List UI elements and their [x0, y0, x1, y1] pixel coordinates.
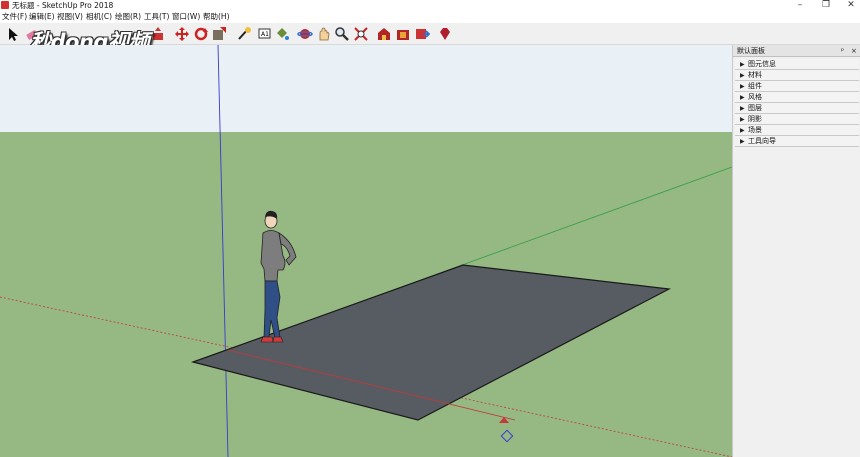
panel-label: 阴影	[748, 115, 762, 123]
tape-measure-icon[interactable]	[236, 26, 252, 42]
scene-canvas[interactable]	[0, 45, 732, 457]
panel-scenes[interactable]: ▶ 场景	[735, 125, 859, 136]
title-bar: 无标题 - SketchUp Pro 2018 – ❐ ✕	[0, 0, 860, 11]
svg-text:A1: A1	[261, 31, 269, 38]
ruby-icon[interactable]	[437, 26, 453, 42]
rotate-icon[interactable]	[193, 26, 209, 42]
panel-styles[interactable]: ▶ 风格	[735, 92, 859, 103]
scale-icon[interactable]	[211, 26, 227, 42]
menu-view[interactable]: 视图(V)	[57, 11, 83, 23]
sky	[0, 45, 732, 132]
expand-arrow-icon: ▶	[740, 94, 745, 101]
expand-arrow-icon: ▶	[740, 138, 745, 145]
select-icon[interactable]	[5, 26, 21, 42]
menu-camera[interactable]: 相机(C)	[86, 11, 112, 23]
close-button[interactable]: ✕	[840, 0, 860, 11]
restore-button[interactable]: ❐	[815, 0, 837, 11]
close-tray-icon[interactable]: ×	[851, 45, 857, 57]
expand-arrow-icon: ▶	[740, 72, 745, 79]
menu-help[interactable]: 帮助(H)	[203, 11, 230, 23]
expand-arrow-icon: ▶	[740, 116, 745, 123]
warehouse-icon[interactable]	[376, 26, 392, 42]
drawing-viewport[interactable]	[0, 45, 732, 457]
move-icon[interactable]	[174, 26, 190, 42]
zoom-icon[interactable]	[334, 26, 350, 42]
panel-label: 材料	[748, 71, 762, 79]
menu-file[interactable]: 文件(F)	[2, 11, 27, 23]
expand-arrow-icon: ▶	[740, 105, 745, 112]
menu-bar: 文件(F) 编辑(E) 视图(V) 相机(C) 绘图(R) 工具(T) 窗口(W…	[0, 11, 860, 23]
default-tray: 默认面板 ᵖ × ▶ 图元信息 ▶ 材料 ▶ 组件 ▶ 风格 ▶ 图层 ▶ 阴影…	[732, 45, 860, 457]
expand-arrow-icon: ▶	[740, 83, 745, 90]
menu-window[interactable]: 窗口(W)	[172, 11, 200, 23]
expand-arrow-icon: ▶	[740, 127, 745, 134]
menu-tools[interactable]: 工具(T)	[144, 11, 169, 23]
panel-label: 组件	[748, 82, 762, 90]
pin-icon[interactable]: ᵖ	[841, 45, 844, 57]
panel-layers[interactable]: ▶ 图层	[735, 103, 859, 114]
orbit-icon[interactable]	[297, 26, 313, 42]
panel-label: 工具向导	[748, 137, 776, 145]
panel-label: 场景	[748, 126, 762, 134]
pan-icon[interactable]	[316, 26, 332, 42]
panel-shadows[interactable]: ▶ 阴影	[735, 114, 859, 125]
panel-label: 图元信息	[748, 60, 776, 68]
window-title: 无标题 - SketchUp Pro 2018	[12, 1, 114, 10]
panel-components[interactable]: ▶ 组件	[735, 81, 859, 92]
tray-title: 默认面板	[737, 47, 765, 55]
menu-draw[interactable]: 绘图(R)	[115, 11, 141, 23]
send-to-layout-icon[interactable]	[414, 26, 430, 42]
panel-entity-info[interactable]: ▶ 图元信息	[735, 59, 859, 70]
minimize-button[interactable]: –	[789, 0, 811, 11]
zoom-extents-icon[interactable]	[353, 26, 369, 42]
panel-label: 图层	[748, 104, 762, 112]
panel-label: 风格	[748, 93, 762, 101]
expand-arrow-icon: ▶	[740, 61, 745, 68]
panel-instructor[interactable]: ▶ 工具向导	[735, 136, 859, 147]
panel-materials[interactable]: ▶ 材料	[735, 70, 859, 81]
paint-bucket-icon[interactable]	[274, 26, 290, 42]
text-icon[interactable]: A1	[256, 26, 272, 42]
tray-header: 默认面板 ᵖ ×	[733, 45, 860, 57]
push-pull-icon[interactable]	[150, 26, 166, 42]
sketchup-logo-icon	[1, 1, 9, 9]
menu-edit[interactable]: 编辑(E)	[29, 11, 55, 23]
extension-warehouse-icon[interactable]	[395, 26, 411, 42]
